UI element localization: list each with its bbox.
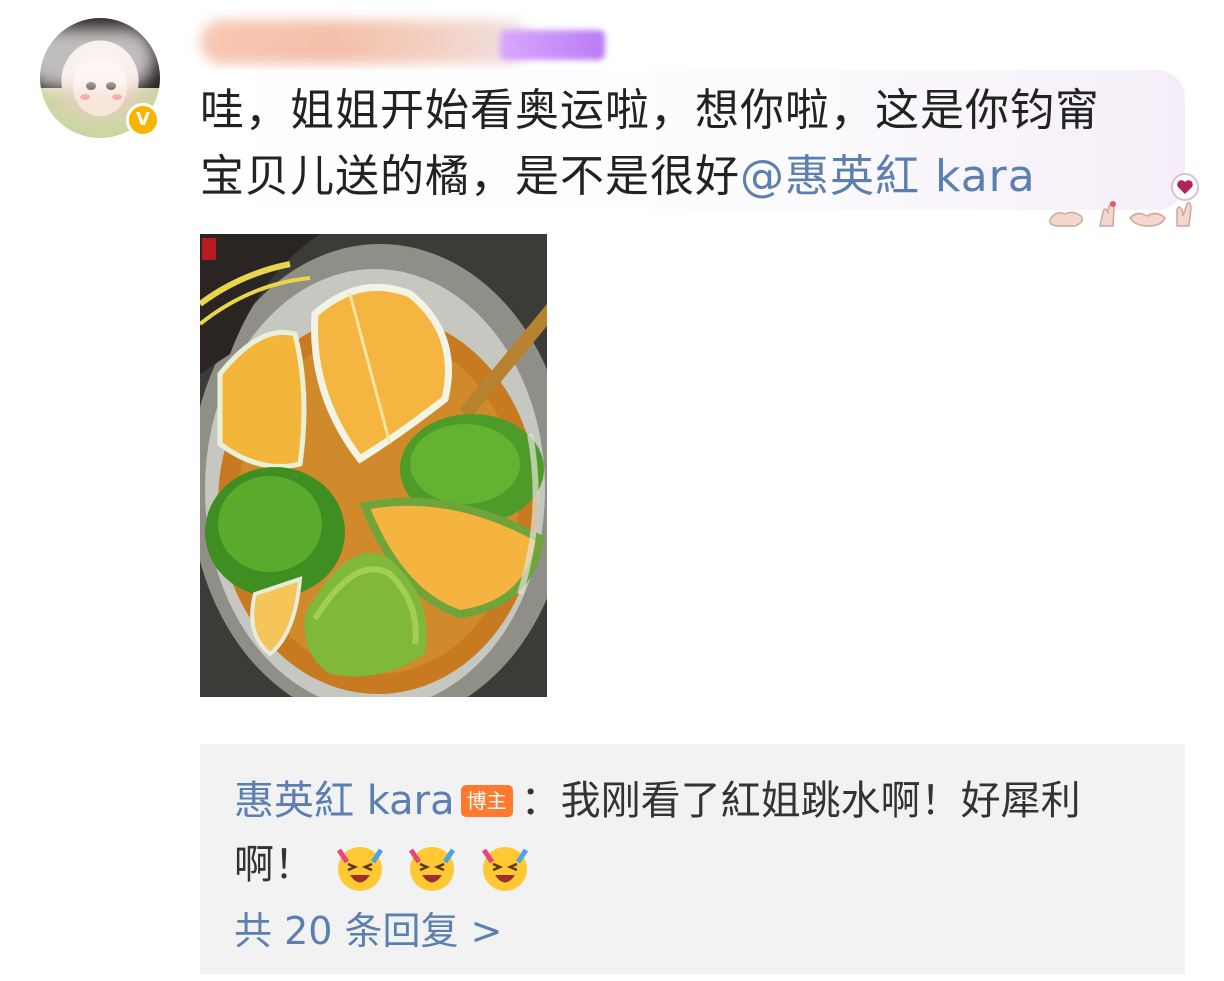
comment-text: 哇，姐姐开始看奥运啦，想你啦，这是你钧甯 宝贝儿送的橘，是不是很好@惠英紅 ka… [200, 78, 1160, 210]
reply-line: 啊！ [234, 832, 532, 894]
username-blurred[interactable] [200, 20, 530, 64]
avatar-cheek [80, 94, 90, 100]
avatar-cheek [112, 94, 122, 100]
mention-link[interactable]: @惠英紅 kara [740, 151, 1036, 202]
view-all-replies-link[interactable]: 共 20 条回复 > [234, 900, 502, 955]
laughing-emoji-icon [336, 847, 383, 891]
avatar-blur-mask [25, 28, 155, 88]
comment-photo[interactable] [200, 234, 547, 697]
laughing-emoji-icon [482, 847, 529, 891]
weibo-comment-page: V 哇，姐姐开始看奥运啦，想你啦，这是你钧甯 宝贝儿送的橘，是不是很好@惠英紅 … [0, 0, 1224, 981]
hand-gesture-decoration-icon [1049, 173, 1199, 227]
comment-text-line1: 哇，姐姐开始看奥运啦，想你啦，这是你钧甯 [200, 85, 1100, 136]
verified-icon: V [126, 103, 160, 137]
reply-text-line1: 我刚看了紅姐跳水啊！好犀利 [560, 778, 1081, 824]
heart-icon [1171, 173, 1199, 201]
laughing-emoji-icon [409, 847, 456, 891]
comment-text-line2: 宝贝儿送的橘，是不是很好 [200, 151, 740, 202]
reply-line: 惠英紅 kara 博主 ：我刚看了紅姐跳水啊！好犀利 [234, 768, 1081, 826]
fan-badge-blurred [500, 30, 605, 60]
reply-author-name[interactable]: 惠英紅 kara [234, 778, 455, 824]
reply-separator: ： [520, 778, 561, 824]
blogger-badge: 博主 [460, 785, 513, 817]
reply-text-line2: 啊！ [234, 842, 314, 888]
